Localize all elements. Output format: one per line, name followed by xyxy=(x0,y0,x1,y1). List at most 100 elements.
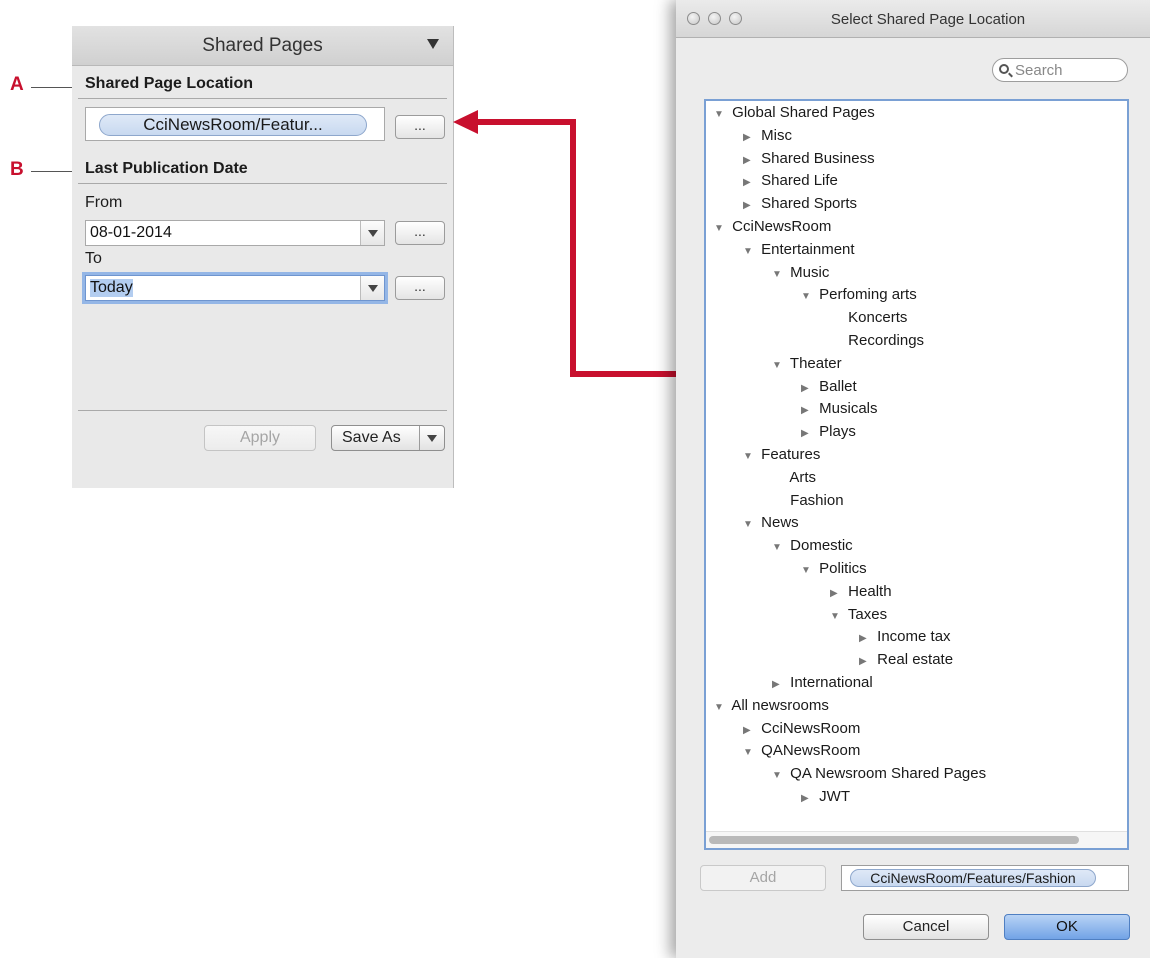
disclosure-collapsed-icon[interactable]: ▶ xyxy=(859,651,873,673)
tree-item-label: Shared Life xyxy=(761,172,838,190)
disclosure-collapsed-icon[interactable]: ▶ xyxy=(743,195,757,217)
tree-item[interactable]: ▼ Theater xyxy=(772,353,842,375)
horizontal-scrollbar[interactable] xyxy=(706,831,1127,848)
disclosure-expanded-icon[interactable]: ▼ xyxy=(743,446,757,468)
selected-path-token[interactable]: CciNewsRoom/Features/Fashion xyxy=(850,869,1096,887)
select-location-dialog: Select Shared Page Location Search ▼ Glo… xyxy=(676,0,1150,958)
tree-item[interactable]: Fashion xyxy=(772,490,844,512)
tree-item[interactable]: ▶ Ballet xyxy=(801,376,857,398)
tree-item-label: Arts xyxy=(789,468,817,486)
disclosure-collapsed-icon[interactable]: ▶ xyxy=(743,720,757,742)
disclosure-expanded-icon[interactable]: ▼ xyxy=(772,264,786,286)
tree-item[interactable]: ▼ Politics xyxy=(801,558,867,580)
tree-item[interactable]: ▶ Income tax xyxy=(859,626,951,648)
tree-item-label: Politics xyxy=(819,560,867,577)
tree-item-label: Misc xyxy=(761,126,792,144)
tree-item[interactable]: ▶ Misc xyxy=(743,125,792,147)
tree-item[interactable]: ▶ International xyxy=(772,672,873,694)
disclosure-collapsed-icon[interactable]: ▶ xyxy=(801,378,815,400)
tree-item[interactable]: ▶ Real estate xyxy=(859,649,953,671)
tree-item-label: Taxes xyxy=(847,605,888,623)
tree-item-label: All newsrooms xyxy=(731,696,829,714)
disclosure-expanded-icon[interactable]: ▼ xyxy=(772,765,786,787)
disclosure-expanded-icon[interactable]: ▼ xyxy=(772,355,786,377)
tree-item[interactable]: ▼ Domestic xyxy=(772,535,853,557)
tree-item[interactable]: ▼ Entertainment xyxy=(743,239,855,261)
tree-item-label: Entertainment xyxy=(761,240,855,258)
tree-item[interactable]: ▼ CciNewsRoom xyxy=(714,216,831,238)
add-button[interactable]: Add xyxy=(700,865,826,891)
disclosure-collapsed-icon[interactable]: ▶ xyxy=(743,172,757,194)
disclosure-collapsed-icon[interactable]: ▶ xyxy=(801,423,815,445)
tree-item-label: Shared Sports xyxy=(761,195,858,213)
disclosure-collapsed-icon[interactable]: ▶ xyxy=(801,788,815,810)
search-placeholder: Search xyxy=(1015,62,1063,79)
tree-item[interactable]: ▼ Taxes xyxy=(830,604,887,626)
tree-item[interactable]: ▼ QA Newsroom Shared Pages xyxy=(772,763,986,785)
location-tree[interactable]: ▼ Global Shared Pages ▶ Misc ▶ Shared Busi… xyxy=(704,99,1129,850)
tree-item[interactable]: Arts xyxy=(772,467,816,489)
tree-item[interactable]: ▶ Musicals xyxy=(801,398,878,420)
tree-item-label: Plays xyxy=(819,423,856,441)
connector-arrowhead xyxy=(453,110,478,134)
disclosure-expanded-icon[interactable]: ▼ xyxy=(714,104,728,126)
disclosure-expanded-icon[interactable]: ▼ xyxy=(801,286,815,308)
disclosure-collapsed-icon[interactable]: ▶ xyxy=(801,400,815,422)
tree-item-label: Shared Business xyxy=(761,149,875,167)
tree-item-label: Recordings xyxy=(848,332,925,349)
tree-item-label: QANewsRoom xyxy=(761,742,861,760)
disclosure-expanded-icon[interactable]: ▼ xyxy=(743,742,757,764)
tree-item[interactable]: Koncerts xyxy=(830,307,907,329)
tree-item-label: CciNewsRoom xyxy=(761,719,861,737)
tree-item-label: Musicals xyxy=(819,400,878,418)
tree-item[interactable]: ▶ Health xyxy=(830,581,892,603)
tree-item-label: Theater xyxy=(789,354,842,372)
search-icon xyxy=(999,64,1009,74)
tree-item-label: Domestic xyxy=(790,537,853,555)
tree-item-label: Global Shared Pages xyxy=(732,104,875,121)
disclosure-expanded-icon[interactable]: ▼ xyxy=(743,241,757,263)
disclosure-expanded-icon[interactable]: ▼ xyxy=(743,514,757,536)
tree-item-label: Features xyxy=(761,446,821,463)
tree-item[interactable]: ▼ All newsrooms xyxy=(714,695,829,717)
disclosure-collapsed-icon[interactable]: ▶ xyxy=(859,628,873,650)
cancel-button[interactable]: Cancel xyxy=(863,914,989,940)
tree-item-label: CciNewsRoom xyxy=(732,218,832,235)
tree-item-label: International xyxy=(790,674,873,691)
tree-item[interactable]: ▼ Global Shared Pages xyxy=(714,102,875,124)
disclosure-collapsed-icon[interactable]: ▶ xyxy=(772,674,786,696)
disclosure-expanded-icon[interactable]: ▼ xyxy=(714,697,728,719)
disclosure-collapsed-icon[interactable]: ▶ xyxy=(743,127,757,149)
tree-item[interactable]: ▼ QANewsRoom xyxy=(743,740,860,762)
tree-item-label: Fashion xyxy=(790,491,844,509)
tree-item[interactable]: ▼ Music xyxy=(772,262,829,284)
tree-item-label: JWT xyxy=(819,788,850,805)
disclosure-expanded-icon[interactable]: ▼ xyxy=(830,606,844,628)
tree-item[interactable]: ▶ Shared Life xyxy=(743,170,838,192)
tree-item-label: Income tax xyxy=(877,628,951,646)
disclosure-expanded-icon[interactable]: ▼ xyxy=(714,218,728,240)
tree-item[interactable]: ▶ Plays xyxy=(801,421,856,443)
disclosure-expanded-icon[interactable]: ▼ xyxy=(801,560,815,582)
horizontal-scrollbar-thumb[interactable] xyxy=(709,836,1079,844)
ok-button[interactable]: OK xyxy=(1004,914,1130,940)
disclosure-expanded-icon[interactable]: ▼ xyxy=(772,537,786,559)
tree-item-label: Real estate xyxy=(877,651,954,669)
tree-item-label: Music xyxy=(790,263,830,281)
tree-item[interactable]: ▼ News xyxy=(743,512,799,534)
selected-path-field[interactable]: CciNewsRoom/Features/Fashion xyxy=(841,865,1129,891)
tree-item[interactable]: ▶ JWT xyxy=(801,786,850,808)
disclosure-collapsed-icon[interactable]: ▶ xyxy=(830,583,844,605)
dialog-titlebar: Select Shared Page Location xyxy=(676,0,1150,38)
disclosure-collapsed-icon[interactable]: ▶ xyxy=(743,150,757,172)
tree-item[interactable]: ▶ Shared Sports xyxy=(743,193,857,215)
dialog-title: Select Shared Page Location xyxy=(830,11,1026,28)
tree-item[interactable]: Recordings xyxy=(830,330,924,352)
tree-item[interactable]: ▼ Perfoming arts xyxy=(801,284,917,306)
tree-item[interactable]: ▶ Shared Business xyxy=(743,148,875,170)
tree-item[interactable]: ▶ CciNewsRoom xyxy=(743,718,860,740)
tree-item-label: News xyxy=(761,514,799,532)
tree-item-label: Ballet xyxy=(819,377,857,395)
search-input[interactable]: Search xyxy=(992,58,1128,82)
tree-item[interactable]: ▼ Features xyxy=(743,444,820,466)
